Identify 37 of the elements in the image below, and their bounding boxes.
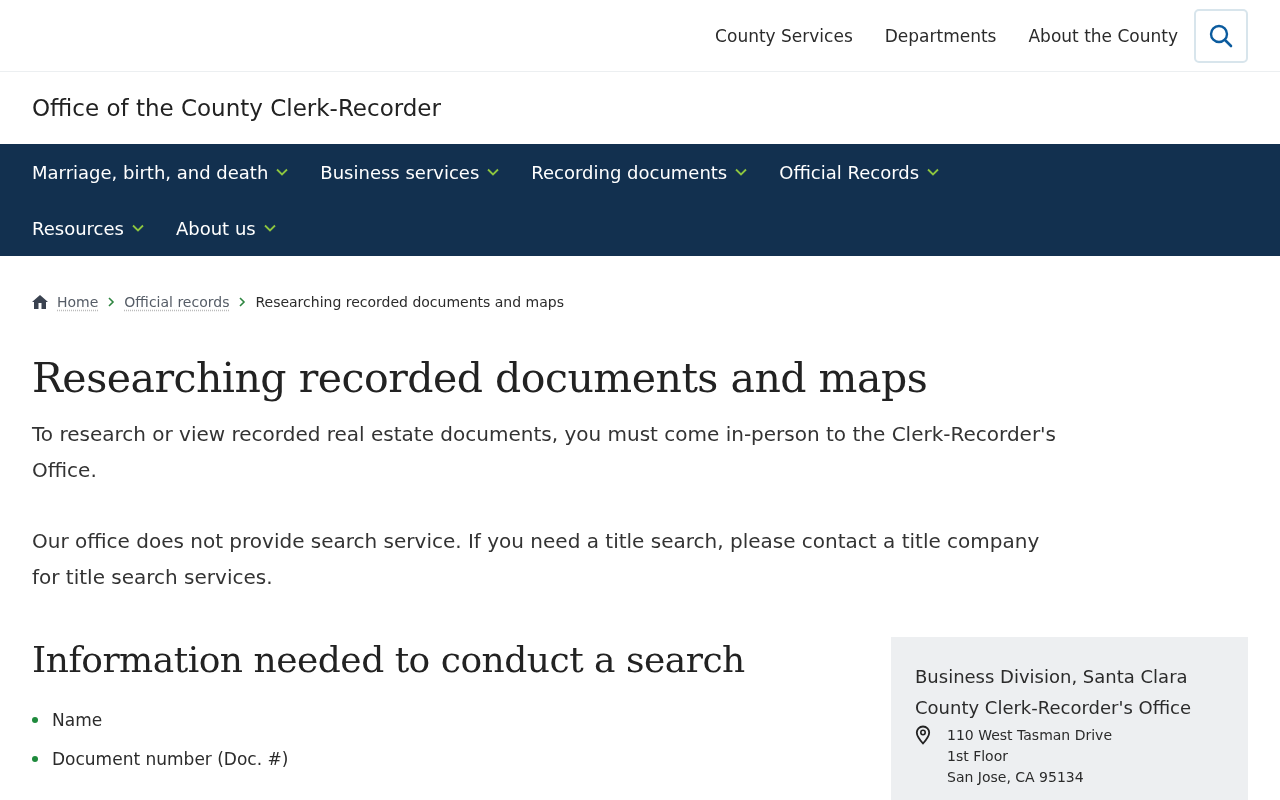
chevron-down-icon <box>131 224 144 232</box>
paragraph: Our office does not provide search service. If you need a title search, please contact a title company for title search services. <box>32 528 1041 591</box>
nav-menu-item[interactable]: Business services <box>320 144 500 200</box>
breadcrumb-current: Researching recorded documents and maps <box>255 294 564 310</box>
address-line: 110 West Tasman Drive <box>947 726 1112 745</box>
nav-menu-item[interactable]: Recording documents <box>531 144 748 200</box>
section-heading: Information needed to conduct a search <box>32 639 745 680</box>
site-title: Office of the County Clerk-Recorder <box>32 95 441 121</box>
list-item: Document number (Doc. #) <box>52 748 289 769</box>
breadcrumb-link[interactable]: Official records <box>124 294 230 310</box>
chevron-down-icon <box>735 168 748 176</box>
list-item: Name <box>52 709 103 730</box>
nav-menu-item[interactable]: Resources <box>32 200 144 256</box>
map-pin-icon <box>915 725 931 745</box>
card-title: Business Division, Santa Clara County Clerk-Recorder's Office <box>915 665 1193 720</box>
nav-menu-item[interactable]: Marriage, birth, and death <box>32 144 289 200</box>
address-line: 1st Floor <box>947 747 1009 766</box>
paragraph: To research or view recorded real estate documents, you must come in-person to the Clerk-Recorder's Office. <box>32 421 1058 484</box>
top-nav-link[interactable]: Departments <box>884 25 997 46</box>
chevron-down-icon <box>263 224 276 232</box>
chevron-down-icon <box>927 168 940 176</box>
address-line: San Jose, CA 95134 <box>947 768 1085 787</box>
page-title: Researching recorded documents and maps <box>32 354 929 402</box>
top-nav-link[interactable]: About the County <box>1028 25 1178 46</box>
nav-menu-item[interactable]: About us <box>175 200 276 256</box>
chevron-right-icon <box>238 297 247 307</box>
breadcrumb-link[interactable]: Home <box>57 294 99 310</box>
chevron-right-icon <box>107 297 116 307</box>
bullet-icon <box>32 755 38 762</box>
bullet-icon <box>32 716 38 723</box>
nav-menu-item[interactable]: Official Records <box>779 144 940 200</box>
chevron-down-icon <box>276 168 289 176</box>
chevron-down-icon <box>487 168 500 176</box>
search-button[interactable] <box>1194 8 1248 63</box>
search-icon <box>1208 22 1234 49</box>
top-nav-link[interactable]: County Services <box>715 25 853 46</box>
home-icon <box>32 295 48 309</box>
